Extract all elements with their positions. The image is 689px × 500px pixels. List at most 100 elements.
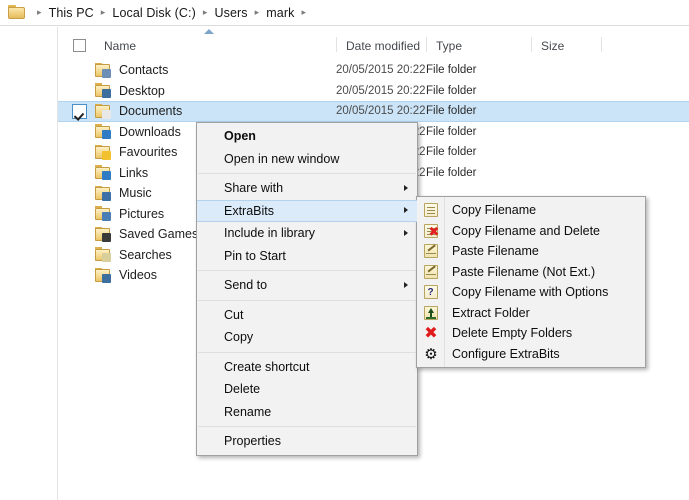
delete-empty-folders-icon: ✖ xyxy=(417,323,445,344)
column-header-type[interactable]: Type xyxy=(426,34,531,57)
breadcrumb-separator: ▸ xyxy=(251,8,264,17)
submenu-item-extract-folder[interactable]: Extract Folder xyxy=(417,303,645,324)
breadcrumb-item-this-pc[interactable]: This PC xyxy=(46,5,97,21)
menu-item-properties[interactable]: Properties xyxy=(197,430,417,453)
folder-badge-icon xyxy=(102,110,111,119)
row-checkbox[interactable] xyxy=(72,165,87,180)
menu-item-delete[interactable]: Delete xyxy=(197,378,417,401)
chevron-right-icon xyxy=(404,282,408,288)
breadcrumb-separator: ▸ xyxy=(97,8,110,17)
menu-item-label: Include in library xyxy=(224,226,315,240)
file-name-label: Searches xyxy=(119,248,172,262)
menu-item-copy[interactable]: Copy xyxy=(197,326,417,349)
submenu-item-label: Configure ExtraBits xyxy=(445,347,560,361)
row-checkbox[interactable] xyxy=(72,145,87,160)
row-checkbox[interactable] xyxy=(72,104,87,119)
submenu-item-delete-empty-folders[interactable]: ✖Delete Empty Folders xyxy=(417,323,645,344)
folder-badge-icon xyxy=(102,253,111,262)
breadcrumb-item-mark[interactable]: mark xyxy=(263,5,297,21)
folder-badge-icon xyxy=(102,192,111,201)
submenu-item-label: Delete Empty Folders xyxy=(445,326,572,340)
breadcrumb-item-users[interactable]: Users xyxy=(212,5,251,21)
gear-icon: ⚙ xyxy=(417,344,445,365)
menu-item-label: ExtraBits xyxy=(224,204,274,218)
clipboard-options-icon: ? xyxy=(417,282,445,303)
column-header-name[interactable]: Name xyxy=(58,34,336,57)
menu-separator xyxy=(198,352,416,353)
row-checkbox[interactable] xyxy=(72,186,87,201)
select-all-checkbox[interactable] xyxy=(73,39,86,52)
folder-icon xyxy=(95,124,111,139)
file-name-label: Pictures xyxy=(119,207,164,221)
folder-icon xyxy=(95,165,111,180)
submenu-item-copy-filename[interactable]: Copy Filename xyxy=(417,200,645,221)
menu-separator xyxy=(198,270,416,271)
menu-item-label: Create shortcut xyxy=(224,360,309,374)
menu-item-create-shortcut[interactable]: Create shortcut xyxy=(197,356,417,379)
file-type: File folder xyxy=(426,126,531,138)
column-header-size[interactable]: Size xyxy=(531,34,601,57)
menu-item-label: Pin to Start xyxy=(224,249,286,263)
folder-badge-icon xyxy=(102,274,111,283)
table-row[interactable]: Desktop20/05/2015 20:22File folder xyxy=(58,81,689,102)
column-header-date-modified[interactable]: Date modified xyxy=(336,34,426,57)
submenu-item-paste-filename-not-ext[interactable]: Paste Filename (Not Ext.) xyxy=(417,262,645,283)
file-name-label: Saved Games xyxy=(119,227,198,241)
row-checkbox[interactable] xyxy=(72,63,87,78)
menu-item-label: Copy xyxy=(224,330,253,344)
menu-item-open[interactable]: Open xyxy=(197,125,417,148)
row-checkbox[interactable] xyxy=(72,227,87,242)
column-header-extra[interactable] xyxy=(601,34,681,57)
breadcrumb-separator: ▸ xyxy=(199,8,212,17)
column-header-row: Name Date modified Type Size xyxy=(58,34,689,57)
folder-badge-icon xyxy=(102,212,111,221)
row-checkbox[interactable] xyxy=(72,268,87,283)
menu-item-label: Share with xyxy=(224,181,283,195)
sort-ascending-icon xyxy=(204,29,214,34)
clipboard-delete-icon: ✖ xyxy=(417,221,445,242)
folder-icon xyxy=(8,5,26,20)
menu-item-rename[interactable]: Rename xyxy=(197,401,417,424)
file-name-label: Desktop xyxy=(119,84,165,98)
breadcrumb-separator: ▸ xyxy=(297,8,310,17)
breadcrumb-item-local-disk-c[interactable]: Local Disk (C:) xyxy=(109,5,198,21)
submenu-item-label: Copy Filename and Delete xyxy=(445,224,600,238)
row-checkbox[interactable] xyxy=(72,124,87,139)
address-bar[interactable]: ▸This PC▸Local Disk (C:)▸Users▸mark▸ xyxy=(0,0,689,26)
submenu-item-configure-extrabits[interactable]: ⚙Configure ExtraBits xyxy=(417,344,645,365)
folder-icon xyxy=(95,247,111,262)
menu-item-label: Send to xyxy=(224,278,267,292)
menu-item-send-to[interactable]: Send to xyxy=(197,274,417,297)
file-name-cell: Desktop xyxy=(58,83,336,98)
submenu-item-label: Extract Folder xyxy=(445,306,530,320)
row-checkbox[interactable] xyxy=(72,206,87,221)
submenu-item-copy-filename-and-delete[interactable]: ✖Copy Filename and Delete xyxy=(417,221,645,242)
paste-filename-icon xyxy=(417,241,445,262)
menu-item-cut[interactable]: Cut xyxy=(197,304,417,327)
row-checkbox[interactable] xyxy=(72,247,87,262)
folder-badge-icon xyxy=(102,130,111,139)
submenu-item-label: Paste Filename xyxy=(445,244,539,258)
file-name-label: Favourites xyxy=(119,145,177,159)
menu-item-share-with[interactable]: Share with xyxy=(197,177,417,200)
folder-badge-icon xyxy=(102,171,111,180)
menu-item-include-in-library[interactable]: Include in library xyxy=(197,222,417,245)
submenu-item-label: Copy Filename with Options xyxy=(445,285,608,299)
menu-item-extrabits[interactable]: ExtraBits xyxy=(197,200,417,223)
table-row[interactable]: Contacts20/05/2015 20:22File folder xyxy=(58,60,689,81)
chevron-right-icon xyxy=(404,185,408,191)
file-name-label: Downloads xyxy=(119,125,181,139)
submenu-item-label: Paste Filename (Not Ext.) xyxy=(445,265,595,279)
file-type: File folder xyxy=(426,85,531,97)
extract-folder-icon xyxy=(417,303,445,324)
menu-item-open-in-new-window[interactable]: Open in new window xyxy=(197,148,417,171)
clipboard-icon xyxy=(417,200,445,221)
menu-item-pin-to-start[interactable]: Pin to Start xyxy=(197,245,417,268)
table-row[interactable]: Documents20/05/2015 20:22File folder xyxy=(58,101,689,122)
submenu-item-paste-filename[interactable]: Paste Filename xyxy=(417,241,645,262)
row-checkbox[interactable] xyxy=(72,83,87,98)
submenu-item-copy-filename-with-options[interactable]: ?Copy Filename with Options xyxy=(417,282,645,303)
folder-icon xyxy=(95,104,111,119)
file-date-modified: 20/05/2015 20:22 xyxy=(336,64,426,76)
menu-item-label: Rename xyxy=(224,405,271,419)
